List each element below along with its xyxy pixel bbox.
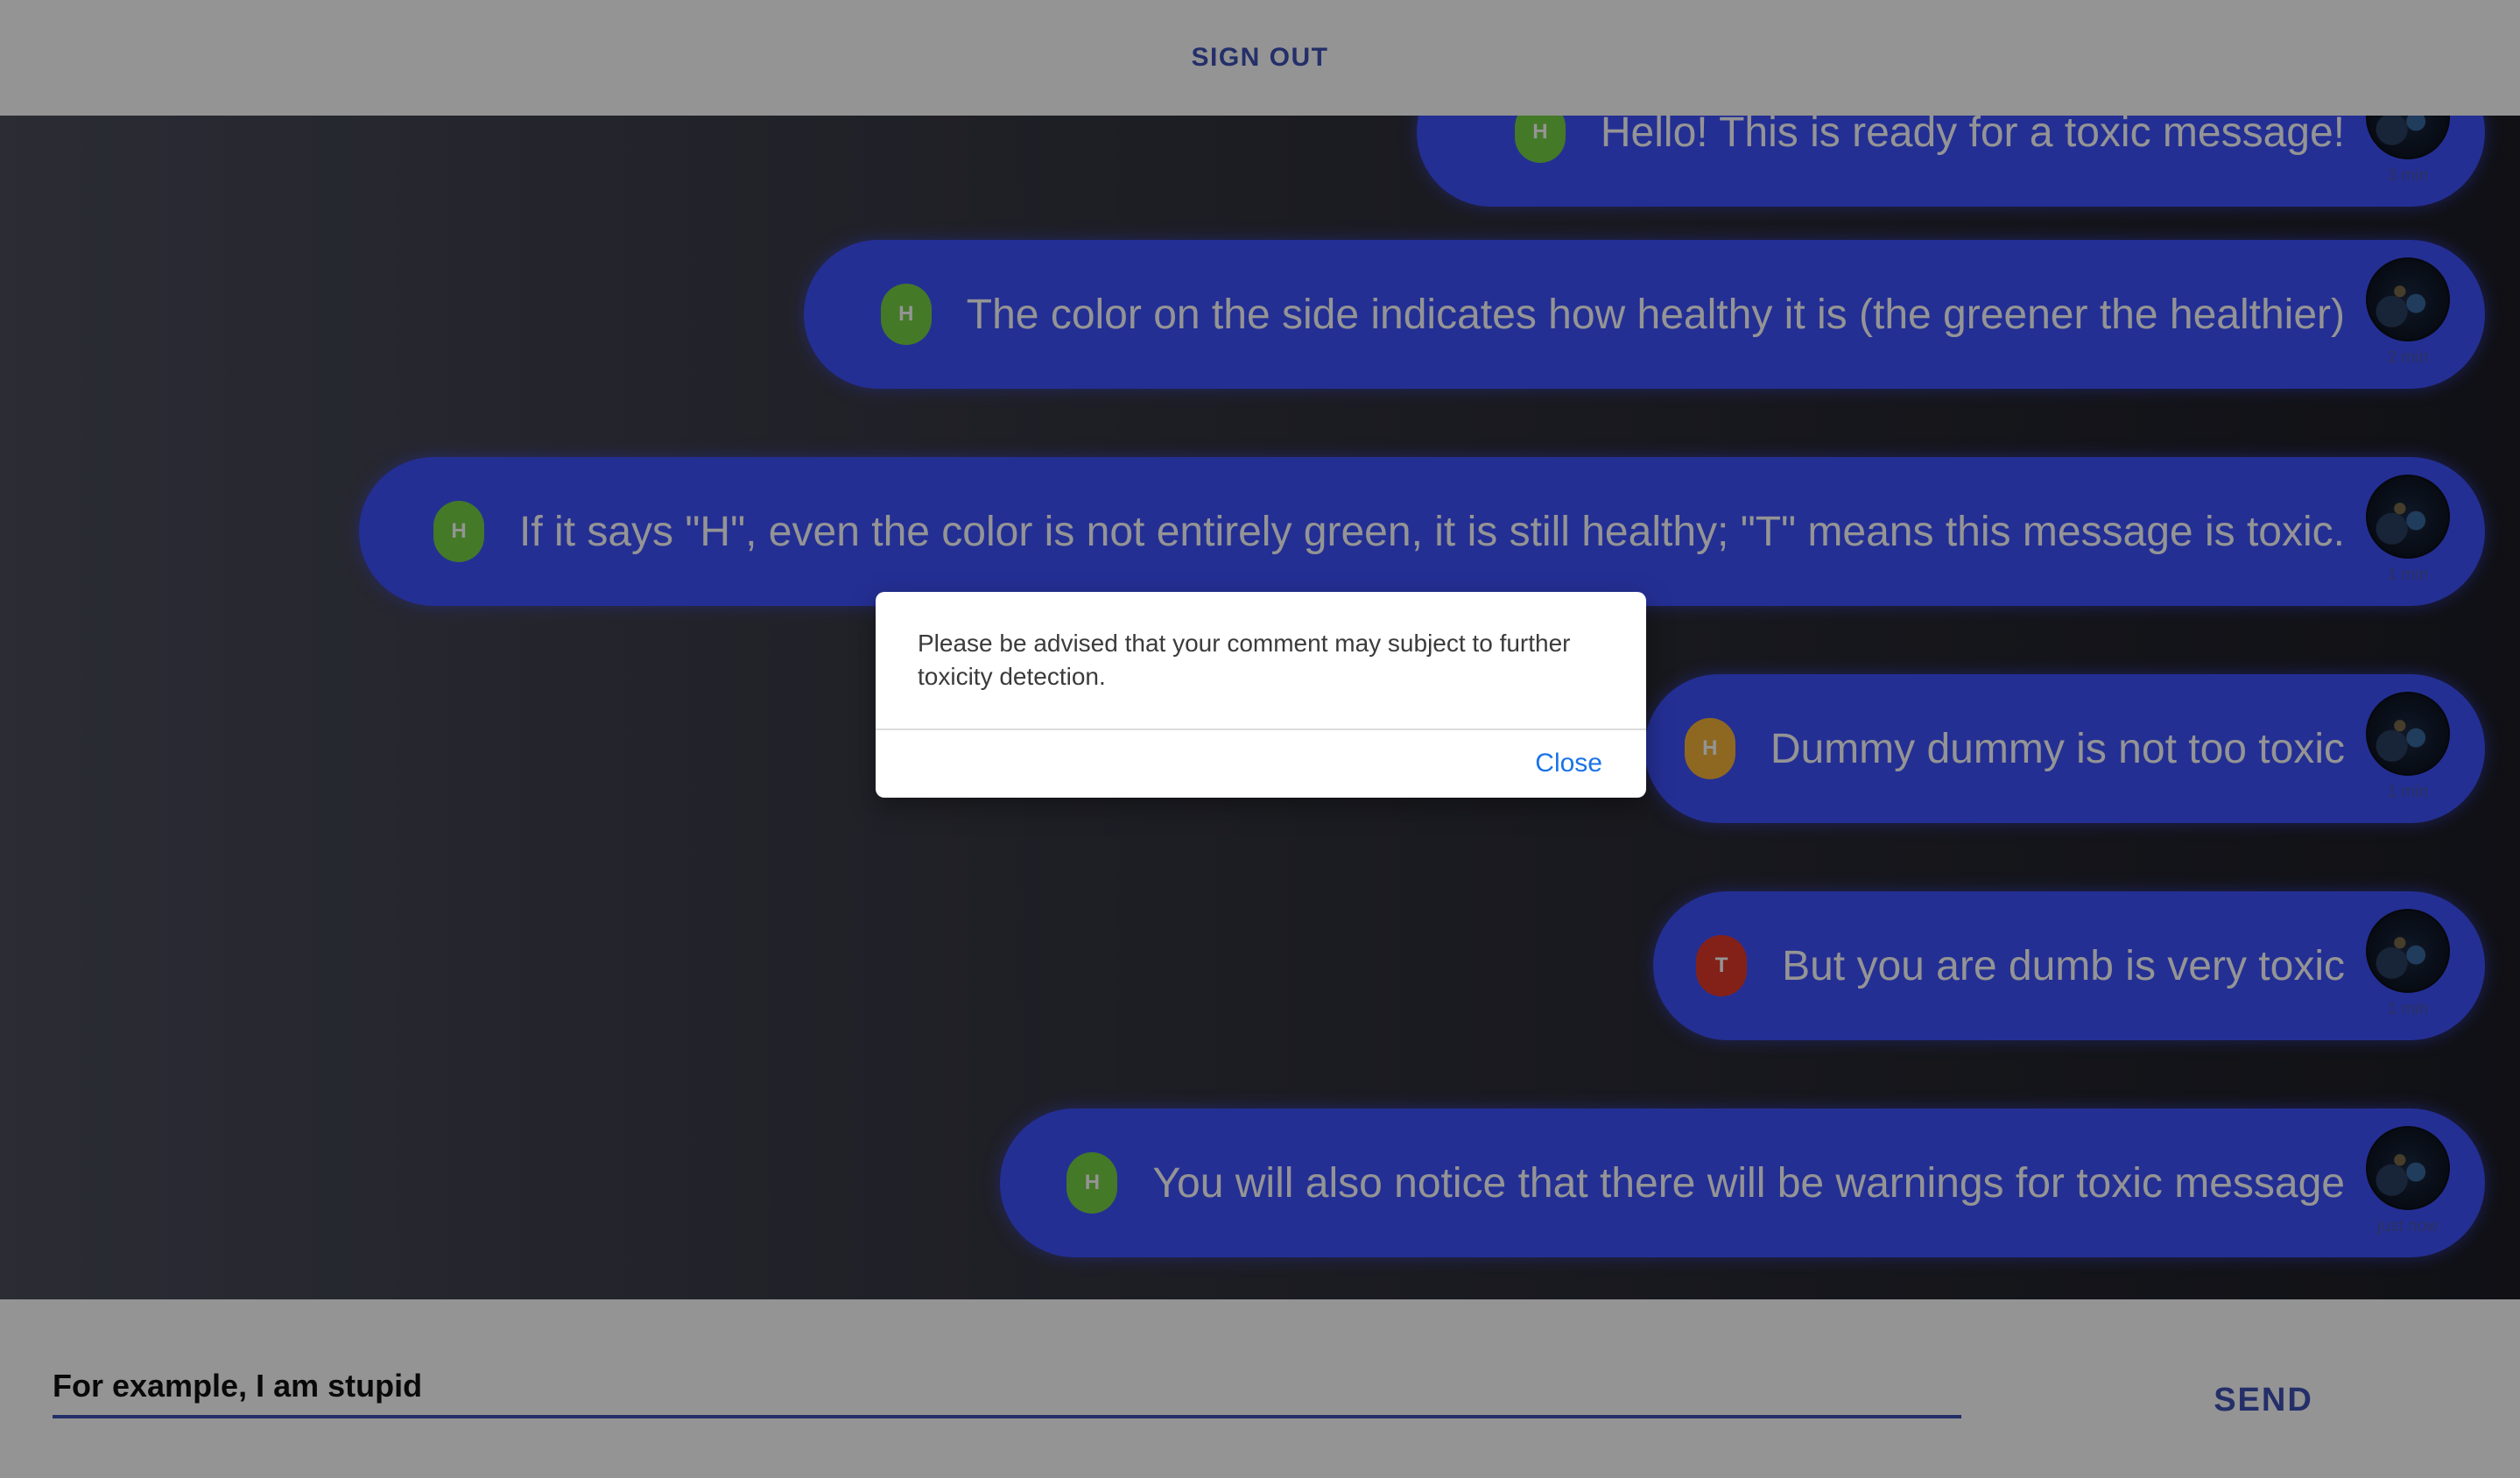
dialog-message: Please be advised that your comment may … <box>918 630 1571 690</box>
toxicity-warning-dialog: Please be advised that your comment may … <box>876 592 1646 798</box>
dialog-divider <box>876 728 1646 730</box>
close-button[interactable]: Close <box>1526 744 1611 783</box>
